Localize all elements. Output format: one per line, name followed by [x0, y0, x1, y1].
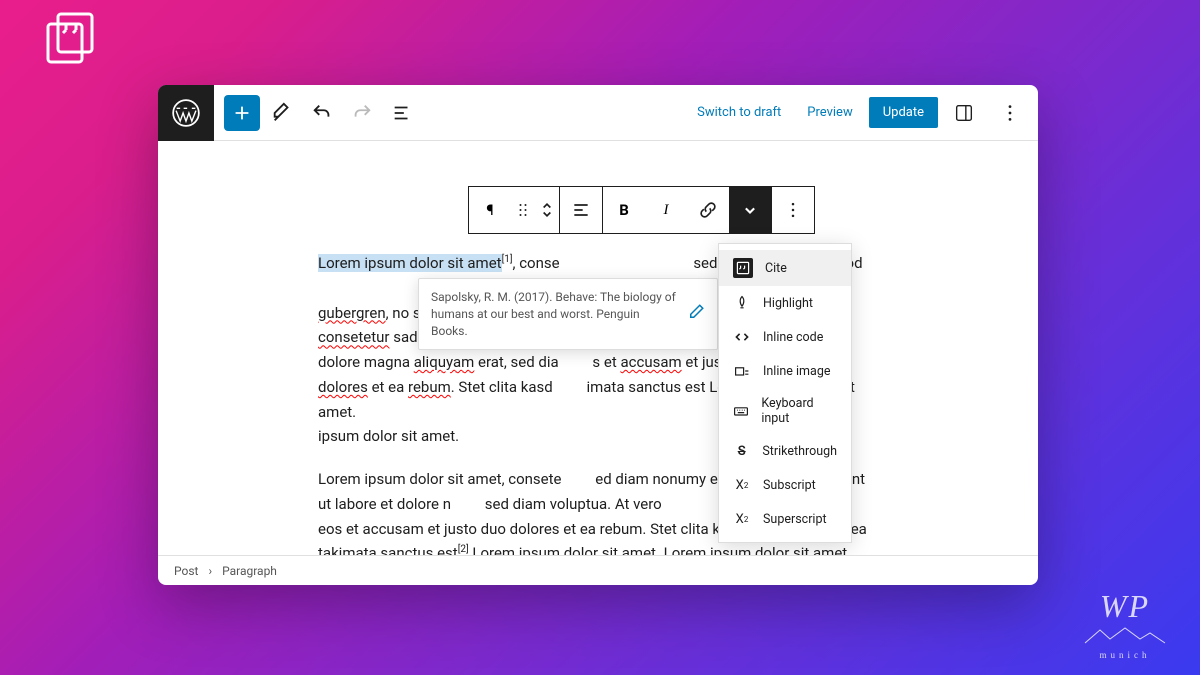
- editor-window: Switch to draft Preview Update Citation …: [158, 85, 1038, 585]
- block-toolbar: ¶ B I: [468, 186, 815, 234]
- edit-mode-button[interactable]: [264, 95, 300, 131]
- format-subscript[interactable]: X2 Subscript: [719, 468, 851, 502]
- block-options-button[interactable]: [772, 187, 814, 233]
- format-highlight[interactable]: Highlight: [719, 286, 851, 320]
- image-icon: [733, 362, 751, 380]
- bold-button[interactable]: B: [603, 187, 645, 233]
- superscript-icon: X2: [733, 510, 751, 528]
- preview-button[interactable]: Preview: [797, 99, 862, 126]
- update-button[interactable]: Update: [869, 97, 938, 128]
- link-button[interactable]: [687, 187, 729, 233]
- edit-citation-button[interactable]: [687, 303, 705, 326]
- citation-ref-2: [2]: [458, 544, 469, 555]
- wordpress-logo[interactable]: [158, 85, 214, 141]
- strikethrough-icon: S: [733, 442, 750, 460]
- citation-ref-1: [1]: [502, 254, 513, 265]
- format-inline-code[interactable]: Inline code: [719, 320, 851, 354]
- brand-corner-logo: [40, 10, 100, 74]
- settings-panel-toggle[interactable]: [946, 95, 982, 131]
- document-overview-button[interactable]: [384, 95, 420, 131]
- format-strikethrough[interactable]: S Strikethrough: [719, 434, 851, 468]
- selected-text: Lorem ipsum dolor sit amet: [318, 254, 502, 272]
- undo-button[interactable]: [304, 95, 340, 131]
- top-toolbar: Switch to draft Preview Update: [158, 85, 1038, 141]
- citation-tooltip: Sapolsky, R. M. (2017). Behave: The biol…: [418, 278, 718, 350]
- italic-button[interactable]: I: [645, 187, 687, 233]
- highlight-icon: [733, 294, 751, 312]
- format-cite[interactable]: Cite: [719, 250, 851, 286]
- breadcrumb: Post › Paragraph: [158, 555, 1038, 585]
- add-block-button[interactable]: [224, 95, 260, 131]
- align-button[interactable]: [560, 187, 602, 233]
- breadcrumb-post[interactable]: Post: [174, 564, 198, 578]
- keyboard-icon: [733, 402, 749, 420]
- block-type-button[interactable]: ¶: [469, 187, 511, 233]
- drag-handle[interactable]: [511, 187, 535, 233]
- cite-icon: [733, 258, 753, 278]
- format-inline-image[interactable]: Inline image: [719, 354, 851, 388]
- options-menu-button[interactable]: [992, 95, 1028, 131]
- move-up-down-button[interactable]: [535, 187, 559, 233]
- format-superscript[interactable]: X2 Superscript: [719, 502, 851, 536]
- citation-text: Sapolsky, R. M. (2017). Behave: The biol…: [431, 289, 677, 339]
- breadcrumb-separator: ›: [208, 564, 212, 578]
- more-formats-button[interactable]: [729, 187, 771, 233]
- editor-content: Citation D Lorem ipsum dolor sit amet[1]…: [158, 141, 1038, 555]
- switch-to-draft-button[interactable]: Switch to draft: [687, 99, 791, 126]
- breadcrumb-paragraph[interactable]: Paragraph: [222, 564, 277, 578]
- redo-button[interactable]: [344, 95, 380, 131]
- wp-munich-logo: WP munich: [1080, 588, 1170, 660]
- subscript-icon: X2: [733, 476, 751, 494]
- format-dropdown: Cite Highlight Inline code Inline image …: [718, 243, 852, 543]
- code-icon: [733, 328, 751, 346]
- format-keyboard[interactable]: Keyboard input: [719, 388, 851, 434]
